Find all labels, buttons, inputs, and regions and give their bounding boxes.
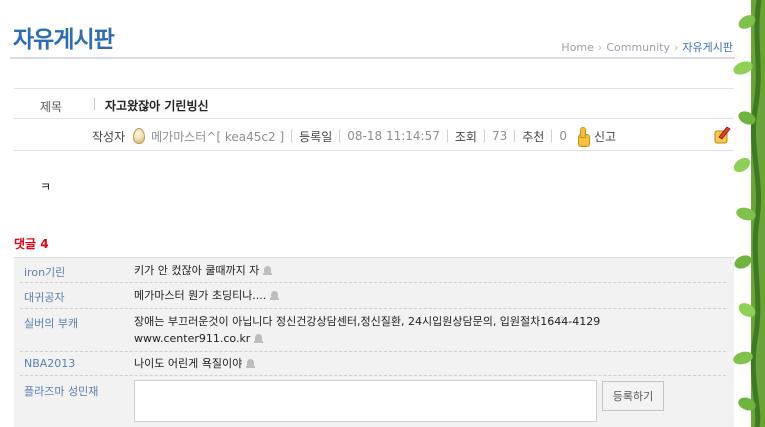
comment-heading-label: 댓글	[14, 237, 37, 251]
breadcrumb: Home › Community › 자유게시판	[561, 39, 733, 55]
post-subject: 자고왔잖아 기린빙신	[105, 99, 209, 113]
comment-writer-name: 플라즈마 성민재	[24, 385, 99, 398]
comment-text: 나이도 어린게 욕질이야	[134, 355, 256, 372]
comment-list: iron기린 키가 안 컸잖아 쿨때까지 자 대귀공자 메가마스터 뭔가 초딩티…	[14, 257, 734, 427]
comment-heading: 댓글 4	[14, 235, 49, 252]
bell-icon[interactable]	[270, 291, 280, 300]
post-author[interactable]: 메가마스터^[ kea45c2 ]	[151, 128, 284, 145]
comment-separator	[20, 308, 726, 309]
divider	[14, 88, 734, 89]
divider	[446, 130, 448, 142]
board-title: 자유게시판	[13, 27, 115, 53]
post-meta: 작성자 메가마스터^[ kea45c2 ] 등록일 08-18 11:14:57…	[92, 127, 616, 147]
chevron-right-icon: ›	[597, 41, 603, 54]
comment-separator	[20, 351, 726, 352]
bell-icon[interactable]	[254, 334, 264, 343]
comment-text-content: 메가마스터 뭔가 초딩티나....	[134, 289, 267, 302]
recommend-count: 0	[559, 129, 567, 143]
comment-author[interactable]: 대귀공자	[24, 289, 64, 305]
breadcrumb-community[interactable]: Community	[606, 41, 670, 54]
divider	[483, 130, 485, 142]
views-count: 73	[491, 129, 508, 143]
comment-author[interactable]: NBA2013	[24, 357, 75, 370]
comment-text-content: 키가 안 컸잖아 쿨때까지 자	[134, 264, 260, 277]
report-pencil-icon[interactable]	[713, 125, 731, 145]
bell-icon[interactable]	[263, 266, 273, 275]
vine-decoration	[733, 0, 765, 427]
comment-separator	[20, 375, 726, 376]
comment-text: 키가 안 컸잖아 쿨때까지 자	[134, 262, 273, 279]
post-date: 08-18 11:14:57	[347, 129, 440, 143]
comment-author[interactable]: iron기린	[24, 264, 65, 280]
comment-count: 4	[40, 237, 49, 251]
divider	[291, 130, 293, 142]
comment-submit-button[interactable]: 등록하기	[602, 381, 664, 411]
chevron-right-icon: ›	[673, 41, 679, 54]
comment-text: 메가마스터 뭔가 초딩티나....	[134, 287, 280, 304]
date-label: 등록일	[299, 129, 333, 144]
divider	[94, 98, 95, 110]
subject-label: 제목	[40, 100, 63, 114]
breadcrumb-current[interactable]: 자유게시판	[682, 41, 733, 54]
breadcrumb-home[interactable]: Home	[561, 41, 593, 54]
report-button[interactable]: 신고	[594, 128, 616, 145]
views-label: 조회	[454, 129, 477, 144]
divider	[514, 130, 516, 142]
egg-icon	[133, 128, 146, 144]
title-underline	[10, 57, 735, 59]
author-label: 작성자	[92, 129, 126, 144]
bell-icon[interactable]	[246, 359, 256, 368]
comment-text-content: 나이도 어린게 욕질이야	[134, 357, 243, 370]
comment-separator	[20, 282, 726, 283]
comment-text: 장애는 부끄러운것이 아닙니다 정신건강상담센터,정신질환, 24시입원상담문의…	[134, 313, 694, 347]
recommend-label: 추천	[522, 129, 545, 144]
comment-text-content: 장애는 부끄러운것이 아닙니다 정신건강상담센터,정신질환, 24시입원상담문의…	[134, 315, 601, 328]
divider	[339, 130, 341, 142]
comment-input[interactable]	[134, 380, 597, 422]
comment-link[interactable]: www.center911.co.kr	[134, 332, 250, 345]
divider	[14, 150, 734, 151]
divider	[14, 118, 734, 119]
thumbs-up-icon[interactable]	[575, 127, 590, 147]
post-body: ㅋ	[40, 180, 52, 194]
divider	[551, 130, 553, 142]
comment-author[interactable]: 실버의 부캐	[24, 315, 78, 331]
